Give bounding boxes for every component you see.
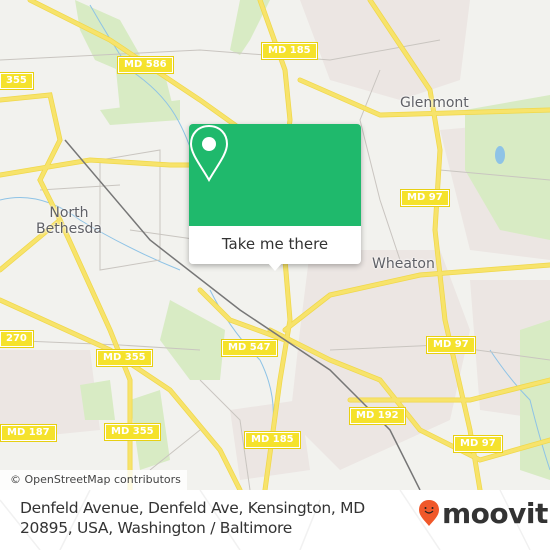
map-attribution[interactable]: © OpenStreetMap contributors: [0, 470, 187, 490]
place-label-wheaton: Wheaton: [372, 256, 435, 272]
place-label-glenmont: Glenmont: [400, 95, 469, 111]
footer: Denfeld Avenue, Denfeld Ave, Kensington,…: [0, 490, 550, 550]
lake: [495, 146, 505, 164]
address-text: Denfeld Avenue, Denfeld Ave, Kensington,…: [20, 499, 365, 537]
road-shield: MD 185: [261, 42, 318, 60]
road-shield: MD 355: [96, 349, 153, 367]
map-pin-icon: [189, 124, 229, 182]
popup-tail: [267, 262, 283, 271]
moovit-smiley-pin-icon: [419, 500, 439, 526]
road-shield: 270: [0, 330, 34, 348]
road-shield: MD 97: [426, 336, 476, 354]
place-label-north-bethesda: North Bethesda: [36, 205, 102, 237]
road-shield: MD 547: [221, 339, 278, 357]
road-shield: MD 97: [400, 189, 450, 207]
road-shield: 355: [0, 72, 34, 90]
road-shield: MD 586: [117, 56, 174, 74]
popup-header: [189, 124, 361, 226]
road-shield: MD 187: [0, 424, 57, 442]
road-shield: MD 185: [244, 431, 301, 449]
location-popup: Take me there: [189, 124, 361, 271]
map[interactable]: Glenmont North Bethesda Wheaton MD 586 M…: [0, 0, 550, 490]
take-me-there-button[interactable]: Take me there: [189, 226, 361, 264]
road-shield: MD 192: [349, 407, 406, 425]
road-shield: MD 355: [104, 423, 161, 441]
moovit-logo[interactable]: moovit: [418, 496, 548, 530]
moovit-wordmark: moovit: [442, 496, 548, 530]
road-shield: MD 97: [453, 435, 503, 453]
